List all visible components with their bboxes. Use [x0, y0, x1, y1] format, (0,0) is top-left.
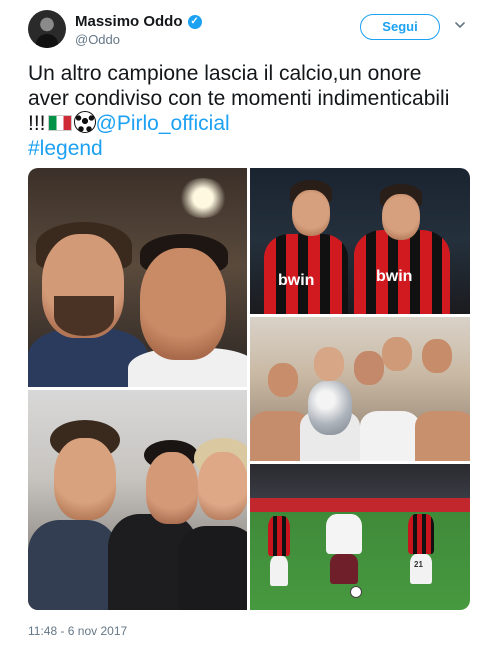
- shirt-number: 21: [414, 560, 423, 569]
- avatar[interactable]: [28, 10, 66, 48]
- milan-teammates-photo[interactable]: bwin bwin: [250, 168, 470, 314]
- follow-button[interactable]: Segui: [360, 14, 440, 40]
- chevron-down-icon[interactable]: [455, 20, 465, 30]
- tweet-timestamp[interactable]: 11:48 - 6 nov 2017: [28, 624, 127, 638]
- soccer-ball-icon: [73, 111, 96, 133]
- author-name-row: Massimo Oddo ✓: [75, 13, 202, 30]
- sponsor-label: bwin: [278, 272, 315, 289]
- selfie-photo[interactable]: [28, 168, 247, 387]
- three-men-photo[interactable]: [28, 390, 247, 610]
- sponsor-label: bwin: [376, 268, 413, 285]
- match-action-photo[interactable]: 21: [250, 464, 470, 610]
- italy-flag-icon: [47, 115, 72, 131]
- trophy-celebration-photo[interactable]: [250, 317, 470, 461]
- mention-link[interactable]: @Pirlo_official: [96, 112, 230, 135]
- media-grid[interactable]: bwin bwin 21: [28, 168, 470, 610]
- trophy-icon: [308, 381, 352, 435]
- verified-badge-icon: ✓: [187, 14, 202, 29]
- tweet-text: Un altro campione lascia il calcio,un on…: [28, 61, 468, 161]
- soccer-ball-icon: [350, 586, 362, 598]
- hashtag-link[interactable]: #legend: [28, 137, 103, 160]
- author-display-name[interactable]: Massimo Oddo: [75, 13, 183, 30]
- author-handle[interactable]: @Oddo: [75, 32, 120, 47]
